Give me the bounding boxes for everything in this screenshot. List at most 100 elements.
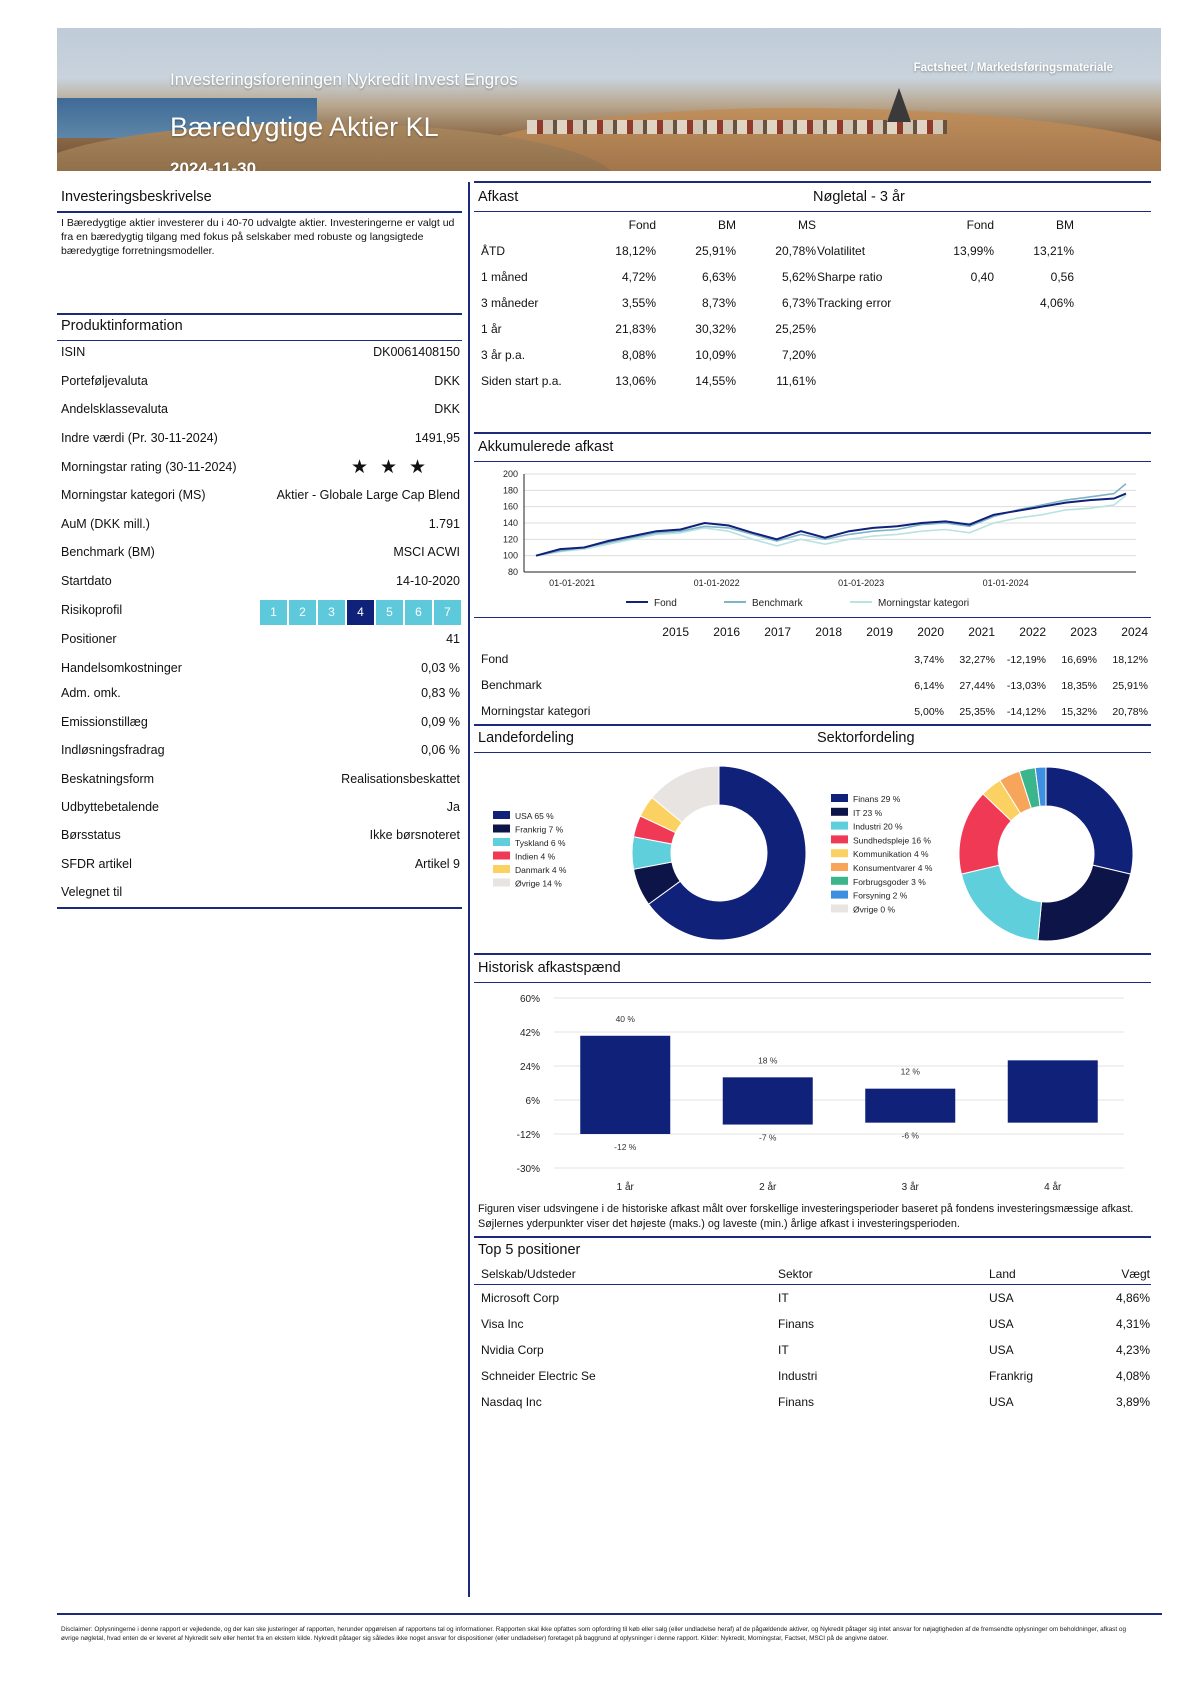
returns-value: 8,73% [701,296,736,310]
legend-swatch [831,890,848,899]
top5-header: Sektor [778,1267,813,1281]
yearly-value: 6,14% [914,680,944,692]
product-label: Børsstatus [61,828,121,842]
legend-swatch [831,794,848,802]
cumulative-chart: 80 100 120 140 160 180 200 01-01-2021 01-01-2022… [503,469,1136,609]
legend-label: Benchmark [752,598,804,609]
product-row: Udbyttebetalende Ja [61,800,460,828]
keyfigures-title: Nøgletal - 3 år [813,189,905,205]
y-tick-label: 60% [520,994,540,1005]
legend-label: Kommunikation 4 % [853,849,929,859]
keyfigures-label: Volatilitet [817,244,866,258]
product-row: Børsstatus Ikke børsnoteret [61,828,460,856]
risk-level: 2 [289,600,316,625]
range-bar [580,1035,671,1134]
product-value: Ja [446,800,460,814]
product-value: 41 [446,632,460,646]
returns-header: MS [798,218,816,232]
x-tick-label: 3 år [902,1181,920,1193]
section-rule [474,953,1151,955]
legend-label: Forbrugsgoder 3 % [853,877,926,887]
product-label: Velegnet til [61,885,123,899]
x-tick-label: 01-01-2021 [549,578,595,588]
y-tick-label: -30% [517,1164,540,1175]
footer-rule [57,1613,1162,1615]
returns-value: 6,63% [701,270,736,284]
x-tick-label: 4 år [1044,1181,1062,1193]
product-row: Porteføljevaluta DKK [61,374,460,402]
product-label: Indløsningsfradrag [61,743,165,757]
top5-weight: 4,86% [1115,1291,1150,1305]
company-name: Investeringsforeningen Nykredit Invest E… [170,70,518,89]
max-label: 40 % [616,1014,636,1024]
max-label: 12 % [901,1067,921,1077]
legend-swatch [493,878,510,887]
product-value: Aktier - Globale Large Cap Blend [276,488,460,502]
product-value: 1.791 [428,517,460,531]
min-label: -7 % [759,1133,777,1143]
top5-cell: IT [778,1343,789,1357]
x-tick-label: 01-01-2023 [838,578,884,588]
section-rule [813,752,1151,753]
yearly-value: 32,27% [959,654,995,666]
range-bar [865,1088,956,1123]
sectors-chart: Finans 29 % IT 23 % Industri 20 % Sundhedsp… [831,766,1134,942]
top5-header: Vægt [1121,1267,1150,1281]
keyfigures-value: 13,21% [1033,244,1074,258]
legend-swatch [493,838,510,846]
returns-label: 3 måneder [481,296,539,310]
legend-label: Industri 20 % [853,822,903,832]
returns-label: ÅTD [481,244,505,258]
product-label: Udbyttebetalende [61,800,159,814]
yearly-value: 20,78% [1112,706,1148,718]
section-rule [57,907,462,909]
top5-weight: 4,31% [1115,1317,1150,1331]
banner-tower [887,88,911,122]
section-rule [474,432,1151,434]
yearly-value: 27,44% [959,680,995,692]
product-label: Morningstar kategori (MS) [61,488,206,502]
yearly-header: 2021 [968,625,995,639]
legend-swatch [493,851,510,860]
section-rule [813,211,1151,212]
product-value: 0,83 % [421,686,460,700]
risk-scale: 1234567 [260,600,461,625]
product-row: AuM (DKK mill.) 1.791 [61,517,460,545]
yearly-value: 25,35% [959,706,995,718]
legend-swatch [493,824,510,833]
legend-label: USA 65 % [515,811,554,821]
keyfigures-value: 13,99% [953,244,994,258]
legend-swatch [493,811,510,819]
returns-value: 18,12% [615,244,656,258]
rating-star-icon: ★ [351,457,369,478]
returns-value: 8,08% [621,348,656,362]
top5-header: Selskab/Udsteder [481,1267,576,1281]
product-value: MSCI ACWI [393,545,460,559]
section-rule [57,340,462,341]
product-label: Positioner [61,632,117,646]
keyfigures-value: 0,40 [970,270,994,284]
legend-swatch [831,807,848,816]
product-label: Emissionstillæg [61,715,148,729]
risk-level: 1 [260,600,287,625]
product-row: Benchmark (BM) MSCI ACWI [61,545,460,573]
keyfigures-value: 0,56 [1050,270,1074,284]
x-tick-label: 1 år [617,1181,635,1193]
top5-cell: Schneider Electric Se [481,1369,596,1383]
yearly-header: 2018 [815,625,842,639]
product-title: Produktinformation [61,318,183,334]
top5-cell: Nasdaq Inc [481,1395,542,1409]
returns-label: 1 måned [481,270,528,284]
returns-title: Afkast [478,189,519,205]
top5-cell: Nvidia Corp [481,1343,544,1357]
legend-label: Øvrige 0 % [853,904,895,914]
series-line-morningstar [535,494,1127,557]
legend-swatch [831,821,848,830]
product-label: Beskatningsform [61,772,155,786]
product-row: ISIN DK0061408150 [61,345,460,373]
section-rule [57,313,462,315]
yearly-value: -14,12% [1006,706,1046,718]
product-label: Indre værdi (Pr. 30-11-2024) [61,431,218,445]
product-value: DKK [434,374,460,388]
yearly-header: 2015 [662,625,689,639]
